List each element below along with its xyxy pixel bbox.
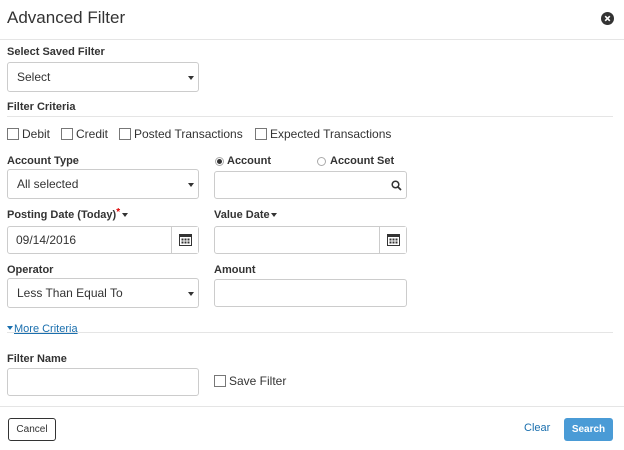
calendar-icon	[387, 234, 400, 246]
more-criteria-divider	[7, 332, 613, 333]
posting-date-input[interactable]: 09/14/2016	[7, 226, 199, 254]
posting-date-label: Posting Date (Today)*	[7, 207, 121, 221]
operator-value: Less Than Equal To	[17, 286, 123, 300]
dialog-footer: Cancel Clear Search	[0, 406, 624, 450]
debit-checkbox[interactable]	[7, 128, 19, 140]
amount-label: Amount	[214, 264, 256, 276]
calendar-icon	[179, 234, 192, 246]
filter-name-label: Filter Name	[7, 353, 67, 365]
advanced-filter-dialog: Advanced Filter Select Saved Filter Sele…	[0, 0, 624, 450]
more-criteria-link[interactable]: More Criteria	[14, 323, 78, 335]
filter-criteria-heading: Filter Criteria	[7, 101, 76, 113]
operator-select[interactable]: Less Than Equal To	[7, 278, 199, 308]
posted-transactions-checkbox[interactable]	[119, 128, 131, 140]
expected-transactions-label: Expected Transactions	[270, 127, 392, 141]
account-type-select[interactable]: All selected	[7, 169, 199, 199]
filter-name-input[interactable]	[7, 368, 199, 396]
dialog-header: Advanced Filter	[0, 0, 624, 40]
account-set-radio[interactable]	[317, 157, 326, 166]
posting-date-value: 09/14/2016	[16, 233, 77, 247]
chevron-down-icon	[188, 183, 194, 187]
cancel-button[interactable]: Cancel	[8, 418, 56, 441]
expected-transactions-checkbox[interactable]	[255, 128, 267, 140]
clear-button[interactable]: Clear	[524, 422, 550, 434]
account-type-label: Account Type	[7, 155, 79, 167]
search-button[interactable]: Search	[564, 418, 613, 441]
amount-input[interactable]	[214, 279, 407, 307]
value-date-dropdown-icon[interactable]	[271, 213, 277, 217]
credit-label: Credit	[76, 127, 109, 141]
posted-transactions-label: Posted Transactions	[134, 127, 243, 141]
close-icon[interactable]	[601, 12, 614, 25]
posting-date-calendar-button[interactable]	[171, 227, 198, 253]
saved-filter-select[interactable]: Select	[7, 62, 199, 92]
posting-date-label-text: Posting Date (Today)	[7, 209, 117, 221]
save-filter-checkbox[interactable]	[214, 375, 226, 387]
more-criteria-caret-icon[interactable]	[7, 326, 13, 330]
saved-filter-label: Select Saved Filter	[7, 46, 105, 58]
posting-date-dropdown-icon[interactable]	[122, 213, 128, 217]
save-filter-label: Save Filter	[229, 374, 287, 388]
account-radio[interactable]	[215, 157, 224, 166]
chevron-down-icon	[188, 76, 194, 80]
dialog-title: Advanced Filter	[7, 8, 126, 27]
value-date-calendar-button[interactable]	[379, 227, 406, 253]
criteria-divider	[7, 116, 613, 117]
account-set-radio-label: Account Set	[330, 155, 395, 167]
chevron-down-icon	[188, 292, 194, 296]
credit-checkbox[interactable]	[61, 128, 73, 140]
account-search-input[interactable]	[214, 171, 407, 199]
search-icon[interactable]	[391, 180, 402, 191]
value-date-label: Value Date	[214, 209, 270, 221]
account-radio-label: Account	[227, 155, 271, 167]
value-date-input[interactable]	[214, 226, 407, 254]
required-marker: *	[116, 207, 121, 218]
debit-label: Debit	[22, 127, 51, 141]
operator-label: Operator	[7, 264, 54, 276]
saved-filter-value: Select	[17, 70, 51, 84]
account-type-value: All selected	[17, 177, 79, 191]
